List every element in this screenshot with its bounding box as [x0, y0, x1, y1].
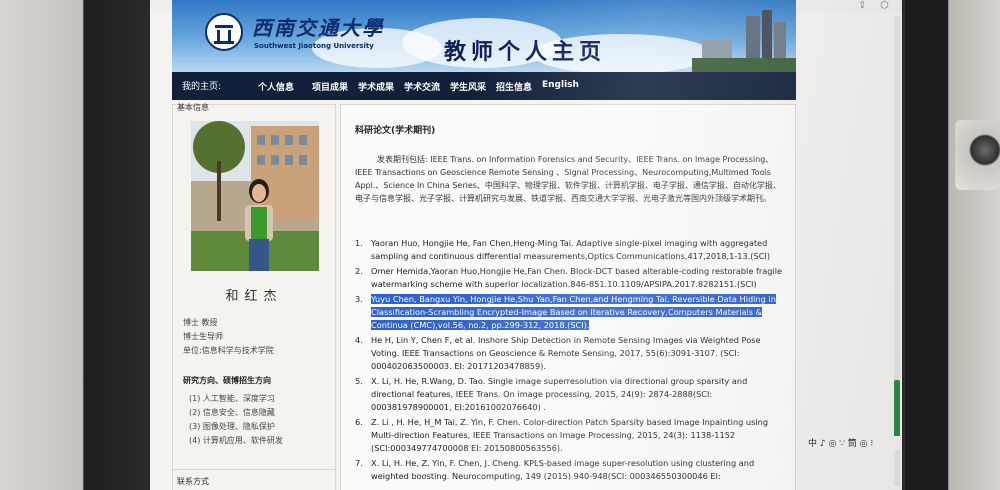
publication-number: 5.: [355, 376, 363, 386]
profile-photo: [191, 121, 319, 271]
publication-text-selected[interactable]: Yuyu Chen, Bangxu Yin, Hongjie He,Shu Ya…: [371, 294, 776, 330]
unit-line: 单位:信息科学与技术学院: [183, 346, 274, 355]
teacher-name: 和红杰: [225, 289, 283, 304]
nav-item-academic-exchange[interactable]: 学术交流: [404, 80, 440, 93]
publication-item: 7. X. Li, H. He, Z. Yin, F. Chen, J. Chen…: [355, 457, 785, 483]
publication-list: 1. Yaoran Huo, Hongjie He, Fan Chen,Heng-…: [355, 237, 785, 485]
ime-toolbar[interactable]: 中 ♪ ◎ ∵ 筒 ◎ ⁝: [808, 436, 900, 450]
title-line: 博士 教授: [183, 318, 218, 327]
publication-number: 6.: [355, 417, 363, 427]
contact-section: 联系方式: [173, 469, 335, 490]
section-title: 科研论文(学术期刊): [355, 126, 436, 136]
nav-item-students[interactable]: 学生风采: [450, 80, 486, 93]
publication-item: 5. X. Li, H. He, R.Wang, D. Tao. Single i…: [355, 375, 785, 414]
share-icon[interactable]: ⇪: [858, 0, 866, 11]
supervisor-line: 博士生导师: [183, 332, 223, 341]
publication-text: He H, Lin Y, Chen F, et al. Inshore Ship…: [371, 335, 761, 371]
sidebar: 基本信息 和红杰 博士 教授 博士生导师 单位:信息科学与技术学院 研究方向、硕…: [172, 103, 336, 490]
sidebar-section-title: 基本信息: [177, 103, 209, 112]
scrollbar-thumb[interactable]: [894, 380, 900, 440]
nav-item-academic-results[interactable]: 学术成果: [358, 80, 394, 93]
monitor-bezel-right: [905, 0, 1000, 490]
research-item: (3) 图像处理、隐私保护: [189, 422, 275, 431]
publication-number: 2.: [355, 266, 363, 276]
campus-buildings-image: [692, 10, 796, 72]
nav-item-projects[interactable]: 项目成果: [312, 80, 348, 93]
main-content: 科研论文(学术期刊) 发表期刊包括: IEEE Trans. on Inform…: [340, 104, 796, 490]
publication-number: 7.: [355, 458, 363, 468]
nav-item-english[interactable]: English: [542, 80, 579, 90]
publication-number: 1.: [355, 238, 363, 248]
browser-screen: ⇪ ⬡ 西南交通大學 Southwest Jiaotong University…: [150, 0, 902, 490]
nav-item-personal-info[interactable]: 个人信息: [258, 80, 294, 93]
school-name-cn: 西南交通大學: [252, 16, 384, 40]
research-item: (1) 人工智能、深度学习: [189, 394, 275, 403]
publication-number: 4.: [355, 335, 363, 345]
university-logo: [205, 13, 243, 51]
publication-text: Z. Li , H. He, H_M Tai, Z. Yin, F. Chen.…: [371, 417, 769, 453]
monitor-bezel-left: [0, 0, 150, 490]
journals-intro: 发表期刊包括: IEEE Trans. on Information Foren…: [355, 155, 781, 203]
extension-icon[interactable]: ⬡: [880, 0, 889, 11]
school-name-en: Southwest Jiaotong University: [254, 42, 374, 50]
publication-text: Omer Hemida,Yaoran Huo,Hongjie He,Fan Ch…: [371, 266, 783, 289]
header-banner: 西南交通大學 Southwest Jiaotong University 教师个…: [172, 0, 796, 72]
publication-item: 2. Omer Hemida,Yaoran Huo,Hongjie He,Fan …: [355, 265, 785, 291]
contact-title: 联系方式: [177, 477, 209, 486]
nav-item-admissions[interactable]: 招生信息: [496, 80, 532, 93]
publication-item: 1. Yaoran Huo, Hongjie He, Fan Chen,Heng-…: [355, 237, 785, 263]
publication-item: 4. He H, Lin Y, Chen F, et al. Inshore Sh…: [355, 334, 785, 373]
nav-label: 我的主页:: [182, 82, 222, 92]
main-nav: 我的主页: 个人信息 项目成果 学术成果 学术交流 学生风采 招生信息 Engl…: [172, 72, 796, 100]
page-title: 教师个人主页: [444, 40, 607, 65]
publication-text: X. Li, H. He, R.Wang, D. Tao. Single ima…: [371, 376, 748, 412]
research-item: (2) 信息安全、信息隐藏: [189, 408, 275, 417]
research-directions-title: 研究方向、硕博招生方向: [183, 376, 271, 385]
publication-text: Yaoran Huo, Hongjie He, Fan Chen,Heng-Mi…: [371, 238, 771, 261]
research-item: (4) 计算机应用、软件研发: [189, 436, 283, 445]
publication-item-selected: 3. Yuyu Chen, Bangxu Yin, Hongjie He,Shu …: [355, 293, 785, 332]
publication-text: X. Li, H. He, Z. Yin, F. Chen, J. Cheng.…: [371, 458, 755, 481]
publication-item: 6. Z. Li , H. He, H_M Tai, Z. Yin, F. Che…: [355, 416, 785, 455]
teacher-homepage: 西南交通大學 Southwest Jiaotong University 教师个…: [172, 0, 796, 490]
desk-object: [955, 120, 1000, 190]
publication-number: 3.: [355, 294, 363, 304]
